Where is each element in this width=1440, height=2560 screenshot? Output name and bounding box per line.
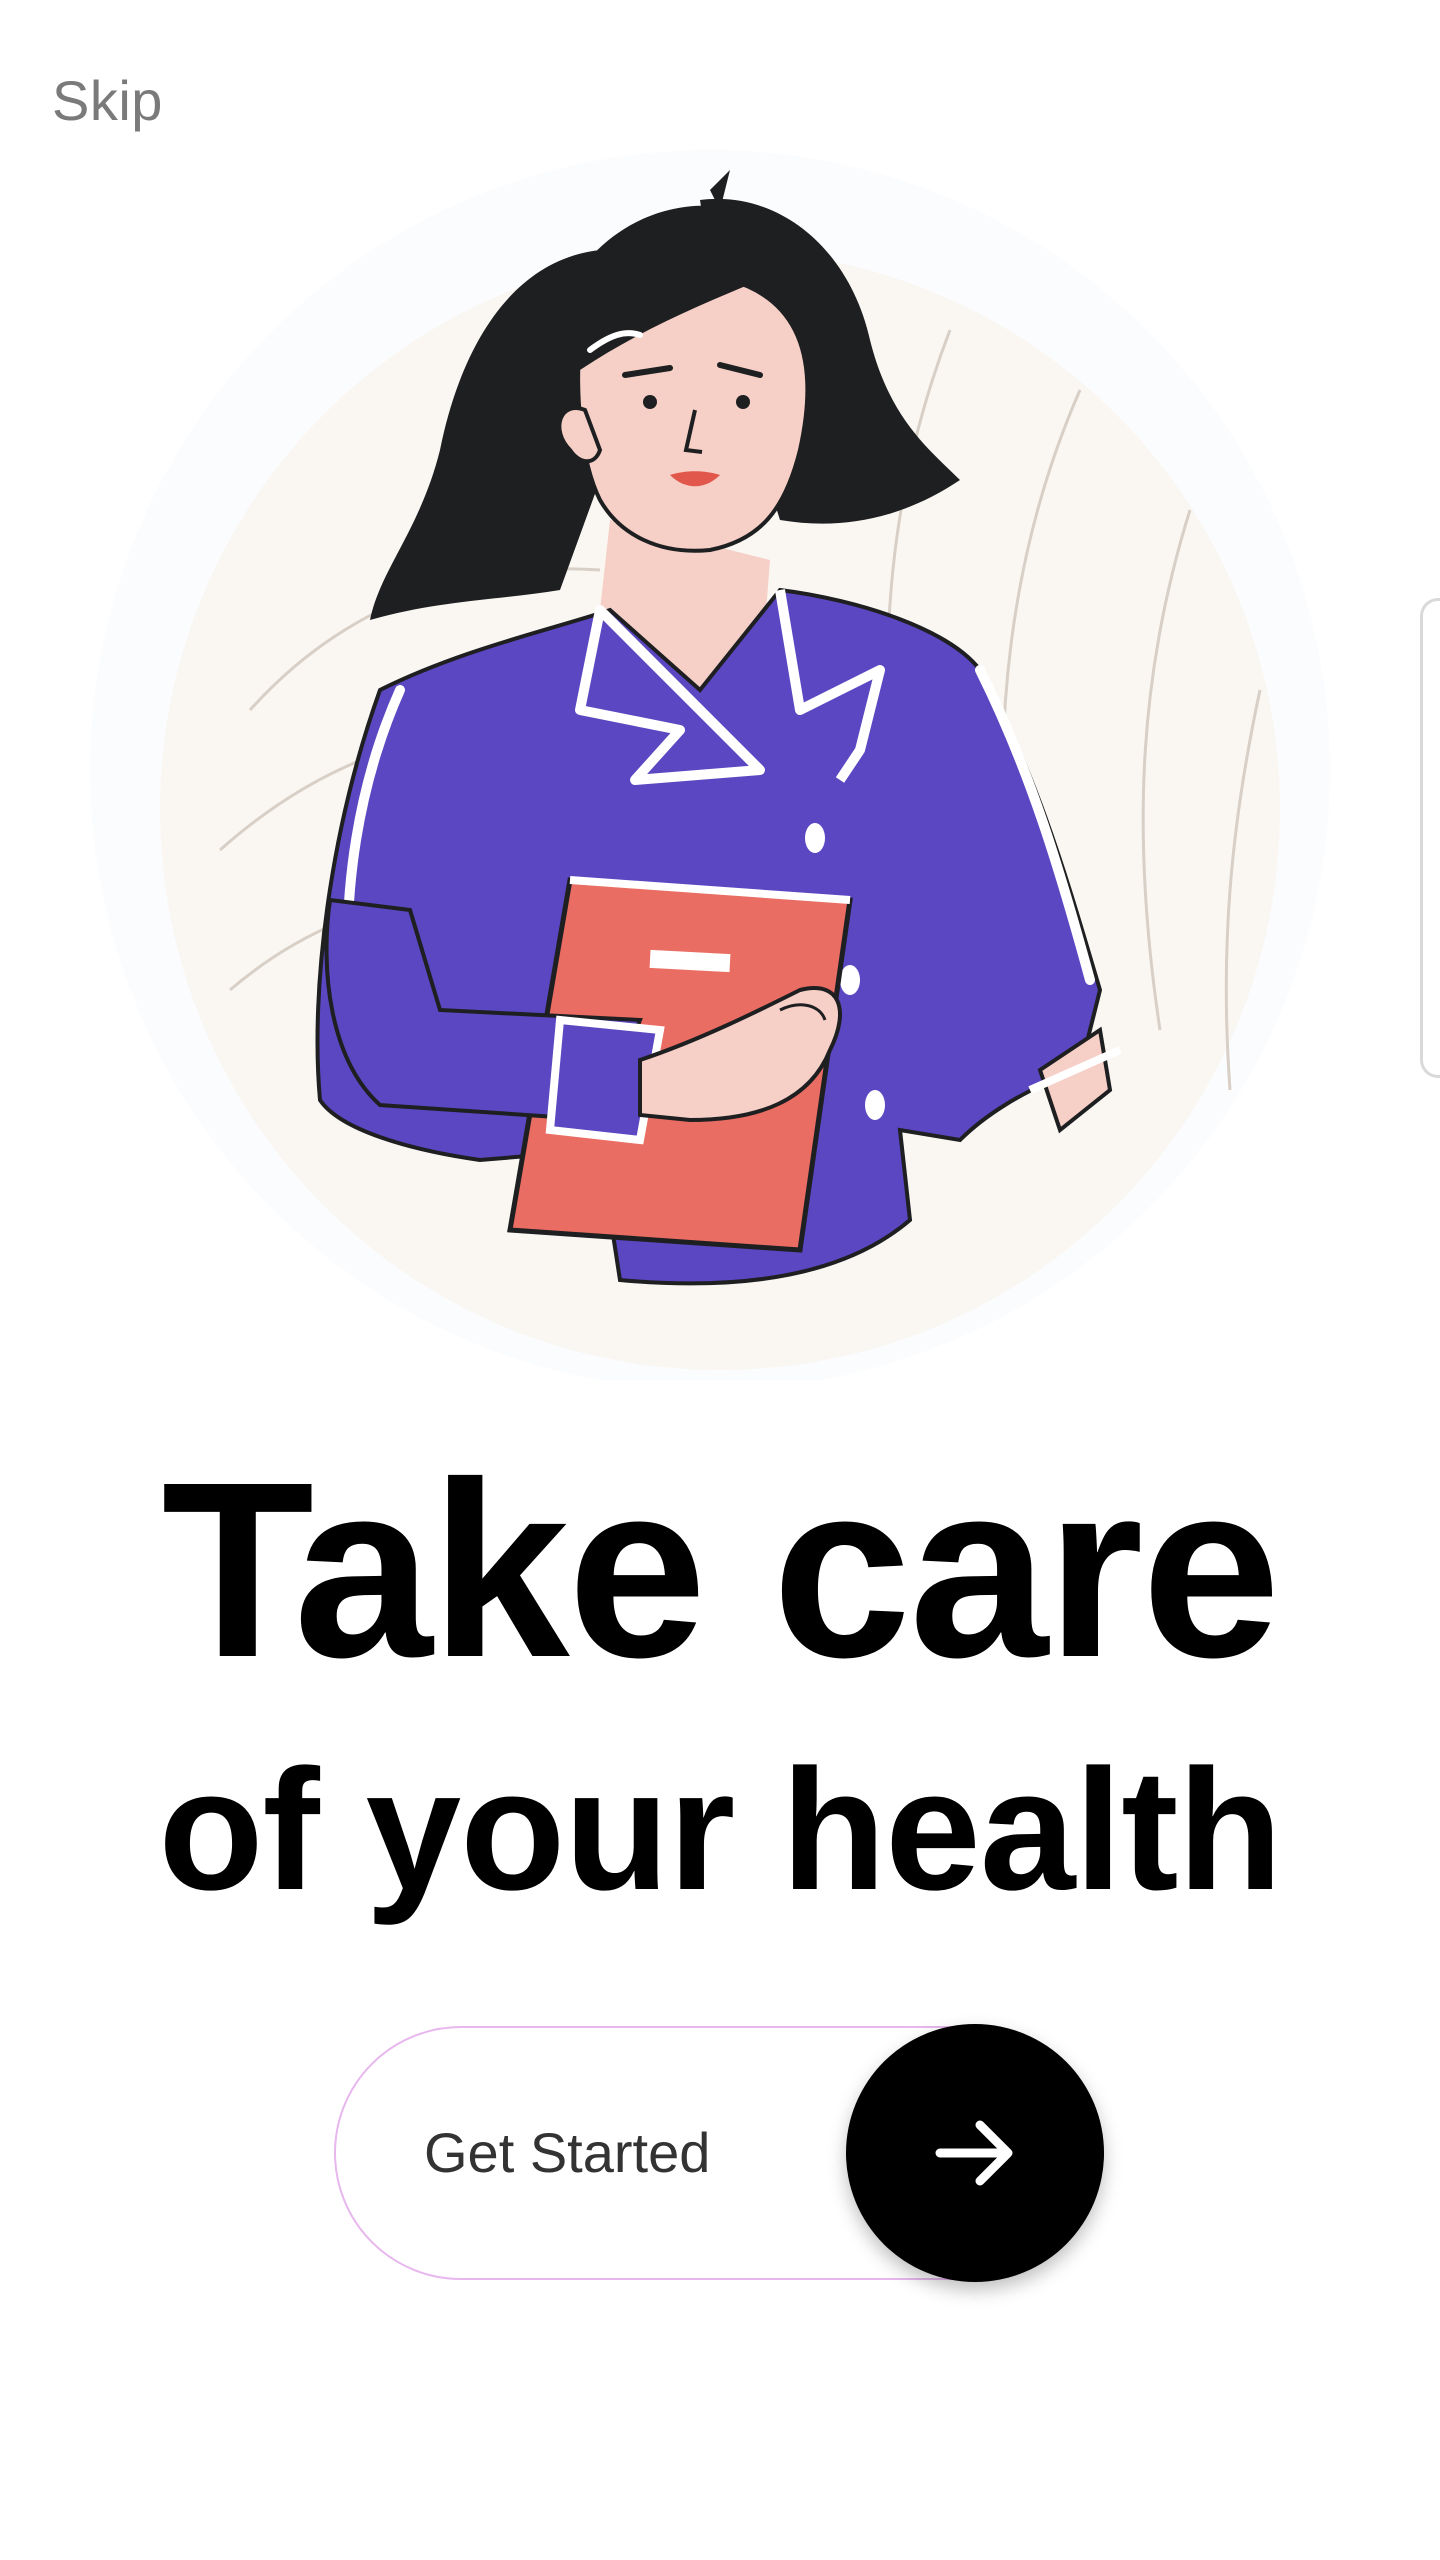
get-started-arrow-button[interactable]: [846, 2024, 1104, 2282]
hero-illustration: [80, 130, 1340, 1380]
skip-button[interactable]: Skip: [52, 68, 163, 133]
headline-line-1: Take care: [161, 1430, 1280, 1709]
onboarding-screen: Skip Take care of your health Get Starte…: [0, 0, 1440, 2560]
get-started-label: Get Started: [424, 2121, 711, 2184]
headline-line-2: of your health: [158, 1734, 1282, 1926]
woman-holding-notebook-illustration: [90, 150, 1330, 1380]
arrow-right-icon: [935, 2120, 1013, 2186]
edge-panel-handle[interactable]: [1420, 598, 1440, 1078]
